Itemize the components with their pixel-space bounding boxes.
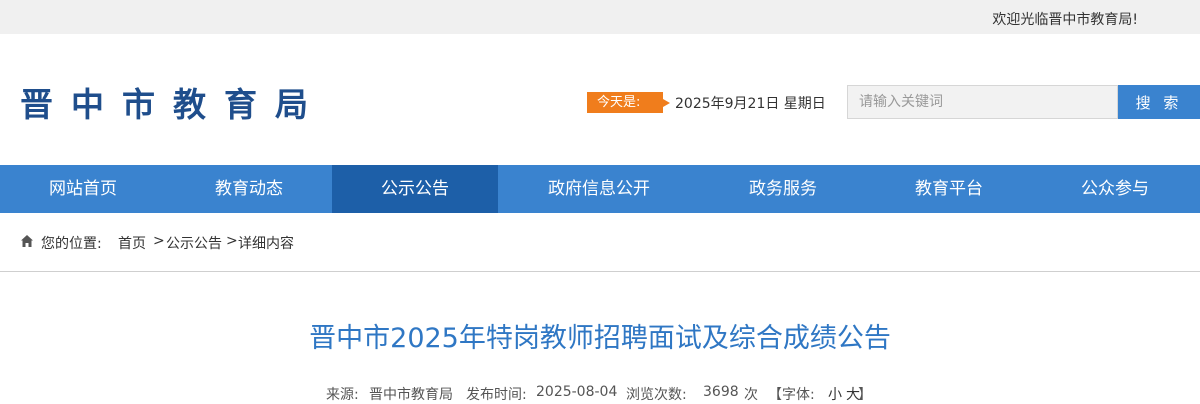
font-size-close: 】 [858, 387, 872, 403]
breadcrumb-label: 您的位置: [41, 236, 102, 252]
welcome-text: 欢迎光临晋中市教育局! [992, 12, 1138, 28]
site-logo[interactable]: 晋中市教育局 [20, 78, 326, 126]
nav-item-education-news[interactable]: 教育动态 [166, 165, 332, 213]
today-tag: 今天是: [587, 92, 670, 113]
date-label: 发布时间: [466, 387, 527, 403]
breadcrumb-home[interactable]: 首页 [118, 233, 146, 253]
breadcrumb-current: 详细内容 [238, 236, 294, 252]
breadcrumb-separator: > [153, 233, 165, 249]
main-nav: 网站首页 教育动态 公示公告 政府信息公开 政务服务 教育平台 公众参与 [0, 165, 1200, 213]
home-icon [21, 235, 33, 247]
views-count: 3698 [703, 384, 739, 400]
current-date: 2025年9月21日 星期日 [675, 96, 826, 112]
nav-item-public-participation[interactable]: 公众参与 [1032, 165, 1198, 213]
font-size-label: 【字体: [768, 387, 815, 403]
date-value: 2025-08-04 [536, 384, 618, 400]
search-button[interactable]: 搜 索 [1118, 85, 1200, 119]
source-label: 来源: [326, 387, 359, 403]
source-value: 晋中市教育局 [369, 387, 453, 403]
article-title: 晋中市2025年特岗教师招聘面试及综合成绩公告 [309, 323, 891, 354]
nav-item-announcements[interactable]: 公示公告 [332, 165, 498, 213]
breadcrumb: 您的位置: 首页 > 公示公告 > 详细内容 [0, 213, 1200, 272]
views-unit: 次 [744, 387, 758, 403]
search-input[interactable] [847, 85, 1118, 119]
nav-item-gov-services[interactable]: 政务服务 [700, 165, 866, 213]
nav-item-home[interactable]: 网站首页 [0, 165, 166, 213]
font-small-button[interactable]: 小 [828, 384, 842, 404]
today-label: 今天是: [597, 95, 641, 110]
top-bar: 欢迎光临晋中市教育局! [0, 0, 1200, 34]
breadcrumb-category[interactable]: 公示公告 [166, 233, 222, 253]
nav-item-edu-platform[interactable]: 教育平台 [866, 165, 1032, 213]
views-label: 浏览次数: [626, 387, 687, 403]
breadcrumb-separator: > [226, 233, 238, 249]
nav-item-gov-info[interactable]: 政府信息公开 [498, 165, 700, 213]
